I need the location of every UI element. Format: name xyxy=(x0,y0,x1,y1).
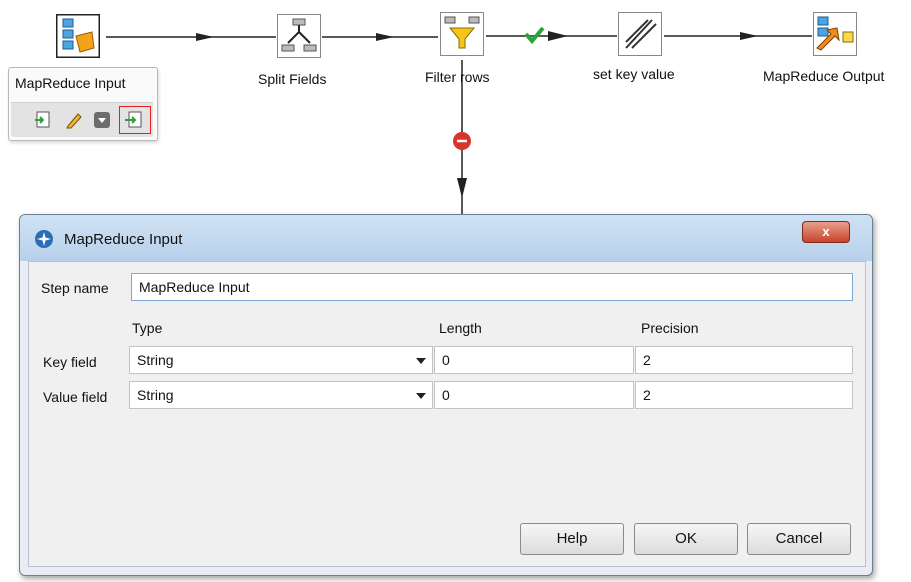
mapreduce-input-icon xyxy=(54,12,102,60)
filter-rows-icon xyxy=(440,12,484,56)
hop-arrow-2 xyxy=(376,33,394,41)
dialog-content: Step name MapReduce Input Type Length Pr… xyxy=(28,261,866,567)
step-label-set-key-value: set key value xyxy=(593,66,675,82)
split-fields-icon xyxy=(277,14,321,58)
key-field-type-select[interactable]: String xyxy=(129,346,433,374)
step-label-filter-rows: Filter rows xyxy=(425,69,490,85)
chevron-down-icon[interactable] xyxy=(416,358,426,364)
true-check-icon xyxy=(524,26,545,45)
step-set-key-value[interactable] xyxy=(618,12,662,56)
mapreduce-input-dialog: MapReduce Input x Step name MapReduce In… xyxy=(19,214,873,576)
dialog-titlebar[interactable]: MapReduce Input x xyxy=(20,215,872,261)
chevron-down-icon[interactable] xyxy=(416,393,426,399)
step-filter-rows[interactable] xyxy=(440,12,484,56)
popup-action-bar xyxy=(11,102,153,137)
column-header-type: Type xyxy=(132,320,163,336)
step-mapreduce-output[interactable] xyxy=(813,12,857,56)
step-name-input[interactable]: MapReduce Input xyxy=(131,273,853,301)
step-split-fields[interactable] xyxy=(277,14,321,58)
step-label-mapreduce-output: MapReduce Output xyxy=(763,68,885,84)
column-header-length: Length xyxy=(439,320,482,336)
key-field-length-input[interactable]: 0 xyxy=(434,346,634,374)
dropdown-menu-icon[interactable] xyxy=(93,111,111,129)
step-mapreduce-input[interactable] xyxy=(54,12,102,60)
key-field-type-value: String xyxy=(137,352,174,368)
hop-arrow-1 xyxy=(196,33,214,41)
key-field-label: Key field xyxy=(43,354,97,370)
help-button[interactable]: Help xyxy=(520,523,624,555)
transformation-canvas[interactable]: Split Fields Filter rows set key value M… xyxy=(0,0,911,214)
app-logo-icon xyxy=(35,230,53,248)
step-name-label: Step name xyxy=(41,280,109,296)
hop-arrow-5 xyxy=(457,178,467,198)
value-field-length-input[interactable]: 0 xyxy=(434,381,634,409)
ok-button[interactable]: OK xyxy=(634,523,738,555)
close-button[interactable]: x xyxy=(802,221,850,243)
hop-arrow-4 xyxy=(740,32,758,40)
value-field-precision-input[interactable]: 2 xyxy=(635,381,853,409)
output-connector-icon[interactable] xyxy=(125,111,143,129)
set-key-value-icon xyxy=(618,12,662,56)
mapreduce-output-icon xyxy=(813,12,857,56)
value-field-label: Value field xyxy=(43,389,108,405)
edit-pencil-icon[interactable] xyxy=(65,111,83,129)
value-field-type-select[interactable]: String xyxy=(129,381,433,409)
column-header-precision: Precision xyxy=(641,320,699,336)
value-field-type-value: String xyxy=(137,387,174,403)
step-label-split-fields: Split Fields xyxy=(258,71,327,87)
dialog-title: MapReduce Input xyxy=(64,231,183,248)
key-field-precision-input[interactable]: 2 xyxy=(635,346,853,374)
input-connector-icon[interactable] xyxy=(35,111,53,129)
step-hover-popup: MapReduce Input xyxy=(8,67,158,141)
hop-arrow-3 xyxy=(548,31,568,41)
cancel-button[interactable]: Cancel xyxy=(747,523,851,555)
step-label-mapreduce-input: MapReduce Input xyxy=(15,75,126,91)
